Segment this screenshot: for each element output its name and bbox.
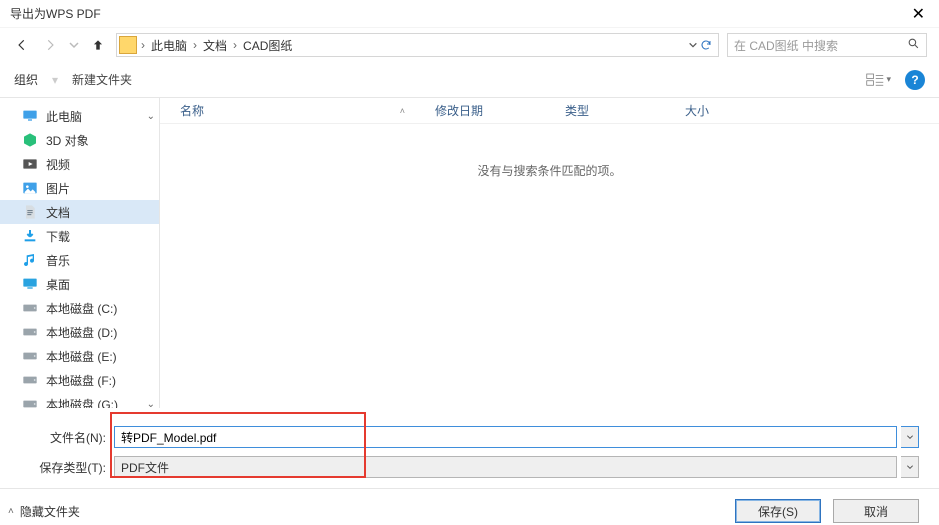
footer: ˄ 隐藏文件夹 保存(S) 取消 <box>0 489 939 525</box>
breadcrumb-item[interactable]: 文档 <box>201 37 229 54</box>
sidebar-splitter[interactable] <box>155 98 159 408</box>
sidebar-item-label: 本地磁盘 (F:) <box>46 372 116 389</box>
refresh-icon[interactable] <box>700 39 712 51</box>
column-type[interactable]: 类型 <box>565 102 685 119</box>
file-list-area: 名称 ˄ 修改日期 类型 大小 没有与搜索条件匹配的项。 <box>160 98 939 408</box>
sidebar-item[interactable]: 视频 <box>0 152 159 176</box>
download-icon <box>22 228 38 244</box>
nav-up-button[interactable] <box>88 35 108 55</box>
cancel-button[interactable]: 取消 <box>833 499 919 523</box>
breadcrumb-item[interactable]: 此电脑 <box>149 37 189 54</box>
column-name-label: 名称 <box>180 102 204 119</box>
sidebar-item[interactable]: 文档 <box>0 200 159 224</box>
column-size[interactable]: 大小 <box>685 102 785 119</box>
filetype-select[interactable]: PDF文件 <box>114 456 897 478</box>
filename-label: 文件名(N): <box>20 429 110 446</box>
disk-icon <box>22 396 38 408</box>
sidebar-item-label: 本地磁盘 (D:) <box>46 324 117 341</box>
sidebar-item-label: 图片 <box>46 180 70 197</box>
column-headers: 名称 ˄ 修改日期 类型 大小 <box>160 98 939 124</box>
sidebar-item[interactable]: 本地磁盘 (D:) <box>0 320 159 344</box>
breadcrumb-dropdown[interactable] <box>688 39 716 51</box>
help-button[interactable]: ? <box>905 70 925 90</box>
close-icon[interactable]: ✕ <box>908 4 929 24</box>
chevron-up-icon: ˄ <box>8 506 14 517</box>
search-input[interactable]: 在 CAD图纸 中搜索 <box>727 33 927 57</box>
sidebar-item-label: 桌面 <box>46 276 70 293</box>
disk-icon <box>22 324 38 340</box>
sidebar-item-label: 本地磁盘 (E:) <box>46 348 117 365</box>
form-area: 文件名(N): 保存类型(T): PDF文件 <box>0 408 939 488</box>
nav-recent-dropdown[interactable] <box>68 35 80 55</box>
breadcrumb-item[interactable]: CAD图纸 <box>241 37 294 54</box>
picture-icon <box>22 180 38 196</box>
filetype-dropdown[interactable] <box>901 456 919 478</box>
nav-bar: › 此电脑 › 文档 › CAD图纸 在 CAD图纸 中搜索 <box>0 28 939 62</box>
sidebar-item[interactable]: 3D 对象 <box>0 128 159 152</box>
title-bar: 导出为WPS PDF ✕ <box>0 0 939 28</box>
view-mode-button[interactable]: ▾ <box>866 73 891 87</box>
new-folder-button[interactable]: 新建文件夹 <box>72 71 132 88</box>
desktop-icon <box>22 276 38 292</box>
search-placeholder: 在 CAD图纸 中搜索 <box>734 37 907 54</box>
folder-icon <box>119 36 137 54</box>
disk-icon <box>22 300 38 316</box>
column-date[interactable]: 修改日期 <box>435 102 565 119</box>
monitor-icon <box>22 108 38 124</box>
chevron-down-icon[interactable]: ⌄ <box>147 111 155 122</box>
empty-message: 没有与搜索条件匹配的项。 <box>160 162 939 179</box>
sidebar-item[interactable]: 下载 <box>0 224 159 248</box>
column-name[interactable]: 名称 ˄ <box>180 102 435 119</box>
nav-forward-button[interactable] <box>40 35 60 55</box>
hide-folders-label: 隐藏文件夹 <box>20 503 80 520</box>
filename-input[interactable] <box>114 426 897 448</box>
chevron-right-icon[interactable]: › <box>139 38 147 52</box>
sidebar-item-label: 本地磁盘 (G:) <box>46 396 118 409</box>
filename-dropdown[interactable] <box>901 426 919 448</box>
sidebar-item-label: 3D 对象 <box>46 132 89 149</box>
sidebar-item[interactable]: 本地磁盘 (C:) <box>0 296 159 320</box>
window-title: 导出为WPS PDF <box>10 5 101 22</box>
filename-row: 文件名(N): <box>20 422 919 452</box>
sidebar-item-label: 此电脑 <box>46 108 82 125</box>
breadcrumb[interactable]: › 此电脑 › 文档 › CAD图纸 <box>116 33 719 57</box>
save-button[interactable]: 保存(S) <box>735 499 821 523</box>
sidebar-item-label: 视频 <box>46 156 70 173</box>
sidebar-item[interactable]: 桌面 <box>0 272 159 296</box>
organize-menu[interactable]: 组织 <box>14 71 38 88</box>
toolbar-dropdown-icon[interactable]: ▾ <box>52 73 58 87</box>
search-icon[interactable] <box>907 37 920 53</box>
sidebar-item[interactable]: 音乐 <box>0 248 159 272</box>
nav-back-button[interactable] <box>12 35 32 55</box>
sidebar-item-label: 下载 <box>46 228 70 245</box>
sidebar-item[interactable]: 此电脑 ⌄ <box>0 104 159 128</box>
cube-icon <box>22 132 38 148</box>
disk-icon <box>22 348 38 364</box>
filetype-label: 保存类型(T): <box>20 459 110 476</box>
chevron-right-icon[interactable]: › <box>231 38 239 52</box>
chevron-right-icon[interactable]: › <box>191 38 199 52</box>
sidebar-item[interactable]: 本地磁盘 (E:) <box>0 344 159 368</box>
sidebar-item[interactable]: 图片 <box>0 176 159 200</box>
sidebar-item-label: 音乐 <box>46 252 70 269</box>
video-icon <box>22 156 38 172</box>
filetype-row: 保存类型(T): PDF文件 <box>20 452 919 482</box>
chevron-down-icon[interactable]: ⌄ <box>147 399 155 409</box>
doc-icon <box>22 204 38 220</box>
sidebar-item-label: 文档 <box>46 204 70 221</box>
sidebar-item[interactable]: 本地磁盘 (G:) ⌄ <box>0 392 159 408</box>
sidebar-item[interactable]: 本地磁盘 (F:) <box>0 368 159 392</box>
toolbar: 组织 ▾ 新建文件夹 ▾ ? <box>0 62 939 98</box>
disk-icon <box>22 372 38 388</box>
sidebar: 此电脑 ⌄ 3D 对象视频图片文档下载音乐桌面本地磁盘 (C:) 本地磁盘 (D:) 本… <box>0 98 160 408</box>
hide-folders-toggle[interactable]: ˄ 隐藏文件夹 <box>8 503 80 520</box>
sort-indicator-icon: ˄ <box>400 106 405 116</box>
sidebar-item-label: 本地磁盘 (C:) <box>46 300 117 317</box>
music-icon <box>22 252 38 268</box>
dialog-body: 此电脑 ⌄ 3D 对象视频图片文档下载音乐桌面本地磁盘 (C:) 本地磁盘 (D:) 本… <box>0 98 939 408</box>
